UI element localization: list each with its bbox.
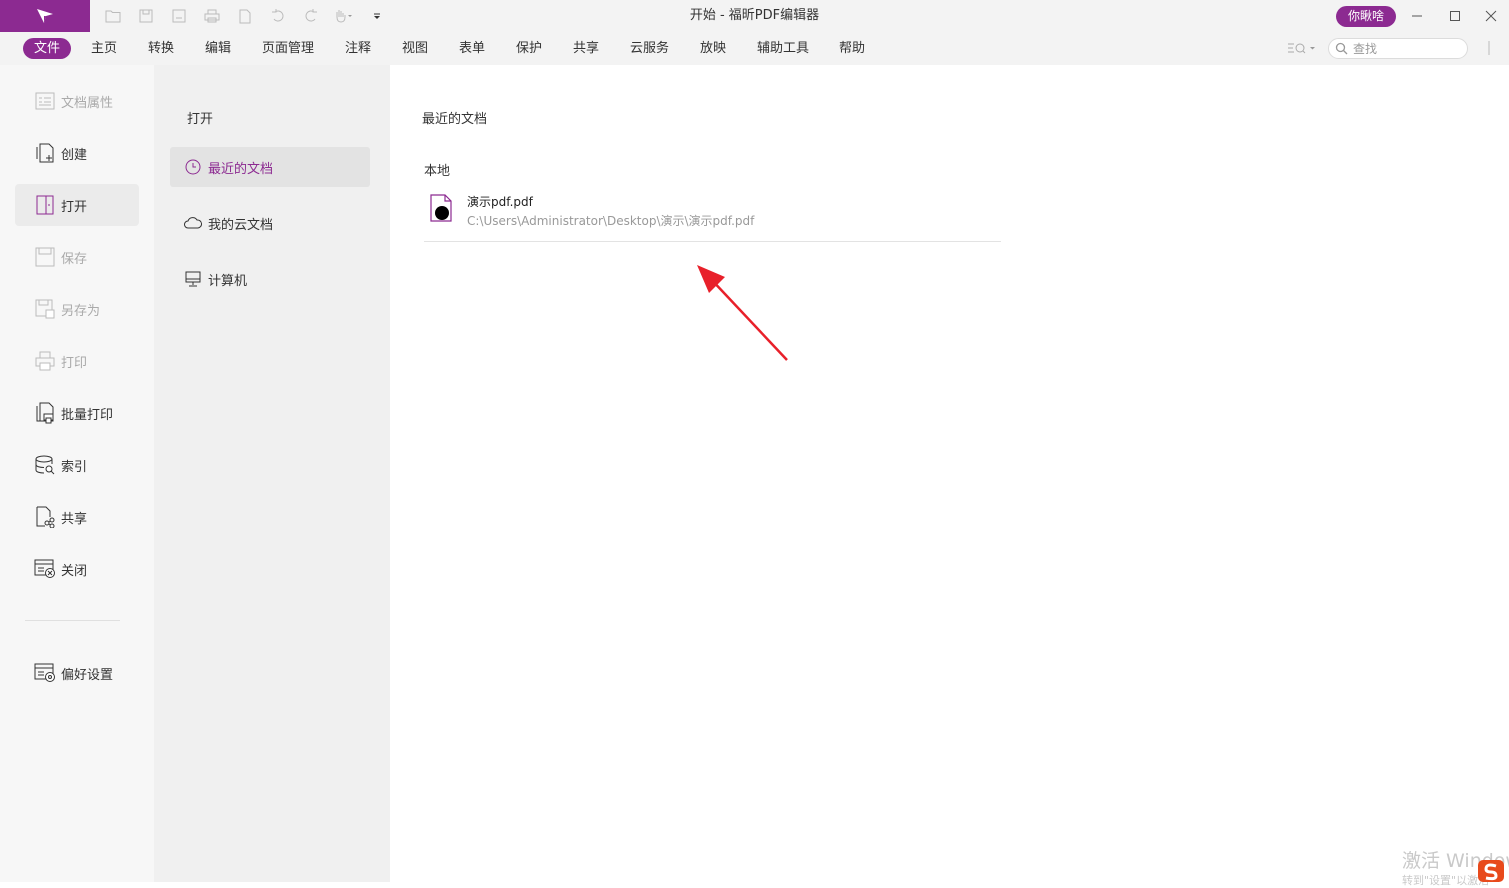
recent-documents-area: 最近的文档 本地 演示pdf.pdf C:\Users\Administrato… xyxy=(390,65,1509,882)
save-as-icon[interactable] xyxy=(166,4,191,28)
close-icon xyxy=(1485,10,1497,22)
sidebar-item-save[interactable]: 保存 xyxy=(15,236,139,278)
open-option-label: 我的云文档 xyxy=(208,217,274,233)
search-input[interactable] xyxy=(1353,40,1463,58)
quick-access-toolbar xyxy=(100,0,389,32)
sidebar-item-label: 索引 xyxy=(61,459,88,475)
tab-convert[interactable]: 转换 xyxy=(148,38,174,59)
minimize-icon xyxy=(1412,15,1422,17)
tab-protect[interactable]: 保护 xyxy=(516,38,542,59)
search-icon xyxy=(1335,42,1348,55)
sidebar-divider xyxy=(25,620,120,621)
app-logo[interactable] xyxy=(0,0,90,32)
index-icon xyxy=(34,454,56,476)
sidebar-item-preferences[interactable]: 偏好设置 xyxy=(15,652,139,694)
open-option-computer[interactable]: 计算机 xyxy=(170,259,370,299)
redo-icon[interactable] xyxy=(298,4,323,28)
foxit-logo-icon xyxy=(37,9,53,23)
print-icon[interactable] xyxy=(199,4,224,28)
maximize-icon xyxy=(1450,11,1460,21)
open-option-recent[interactable]: 最近的文档 xyxy=(170,147,370,187)
share-icon xyxy=(34,506,56,528)
sidebar-item-label: 共享 xyxy=(61,511,88,527)
tab-share[interactable]: 共享 xyxy=(573,38,599,59)
file-sidebar: 文档属性 创建 打开 保存 另存为 打印 批量打印 索引 共享 关闭 偏好设置 xyxy=(0,65,154,882)
save-as-icon xyxy=(34,298,56,320)
sidebar-item-label: 批量打印 xyxy=(61,407,114,423)
recent-file-path: C:\Users\Administrator\Desktop\演示\演示pdf.… xyxy=(467,214,755,228)
tab-slideshow[interactable]: 放映 xyxy=(700,38,726,59)
sidebar-item-create[interactable]: 创建 xyxy=(15,132,139,174)
sidebar-item-label: 创建 xyxy=(61,147,88,163)
cloud-icon xyxy=(184,214,202,232)
sidebar-item-label: 打开 xyxy=(61,199,88,215)
batch-print-icon xyxy=(34,402,56,424)
recent-file-name: 演示pdf.pdf xyxy=(467,195,533,209)
undo-icon[interactable] xyxy=(265,4,290,28)
save-icon xyxy=(34,246,56,268)
maximize-button[interactable] xyxy=(1438,0,1472,32)
open-options-panel: 打开 最近的文档 我的云文档 计算机 xyxy=(154,65,390,882)
sidebar-item-document-properties[interactable]: 文档属性 xyxy=(15,80,139,122)
minimize-button[interactable] xyxy=(1400,0,1434,32)
ime-icon[interactable] xyxy=(1478,860,1504,882)
sidebar-item-label: 另存为 xyxy=(61,303,101,319)
print-icon xyxy=(34,350,56,372)
tab-comment[interactable]: 注释 xyxy=(345,38,371,59)
document-properties-icon xyxy=(34,90,56,112)
new-document-icon[interactable] xyxy=(232,4,257,28)
sidebar-item-label: 偏好设置 xyxy=(61,667,114,683)
create-icon xyxy=(34,142,56,164)
open-folder-icon[interactable] xyxy=(100,4,125,28)
tab-accessibility-tools[interactable]: 辅助工具 xyxy=(757,38,809,59)
sidebar-item-label: 打印 xyxy=(61,355,88,371)
tab-cloud-services[interactable]: 云服务 xyxy=(630,38,669,59)
sidebar-item-label: 文档属性 xyxy=(61,95,114,111)
tab-page-management[interactable]: 页面管理 xyxy=(262,38,314,59)
tab-view[interactable]: 视图 xyxy=(402,38,428,59)
tab-file[interactable]: 文件 xyxy=(23,38,72,59)
tab-home[interactable]: 主页 xyxy=(91,38,117,59)
annotation-arrow-icon xyxy=(697,265,788,361)
close-document-icon xyxy=(34,558,56,580)
search-box[interactable] xyxy=(1328,38,1468,59)
ribbon-tab-bar: 文件 主页 转换 编辑 页面管理 注释 视图 表单 保护 共享 云服务 放映 辅… xyxy=(0,32,1509,65)
close-window-button[interactable] xyxy=(1474,0,1508,32)
preferences-icon xyxy=(34,662,56,684)
tab-form[interactable]: 表单 xyxy=(459,38,485,59)
pdf-file-icon xyxy=(429,194,453,226)
sidebar-item-close[interactable]: 关闭 xyxy=(15,548,139,590)
computer-icon xyxy=(184,270,202,288)
recent-file-row[interactable]: 演示pdf.pdf C:\Users\Administrator\Desktop… xyxy=(424,189,1001,242)
open-icon xyxy=(34,194,56,216)
sidebar-item-label: 保存 xyxy=(61,251,88,267)
title-bar: 开始 - 福昕PDF编辑器 你瞅啥 xyxy=(0,0,1509,32)
panel-title: 打开 xyxy=(187,112,214,127)
save-icon[interactable] xyxy=(133,4,158,28)
activation-watermark-sub: 转到"设置"以激活 xyxy=(1402,874,1490,887)
sidebar-item-save-as[interactable]: 另存为 xyxy=(15,288,139,330)
sidebar-item-index[interactable]: 索引 xyxy=(15,444,139,486)
tab-help[interactable]: 帮助 xyxy=(839,38,865,59)
recent-documents-title: 最近的文档 xyxy=(422,112,488,127)
open-option-label: 最近的文档 xyxy=(208,161,274,177)
open-option-cloud[interactable]: 我的云文档 xyxy=(170,203,370,243)
ribbon-more-icon[interactable] xyxy=(1486,40,1492,60)
sidebar-item-print[interactable]: 打印 xyxy=(15,340,139,382)
local-section-label: 本地 xyxy=(424,164,451,179)
sidebar-item-share[interactable]: 共享 xyxy=(15,496,139,538)
user-account-button[interactable]: 你瞅啥 xyxy=(1336,6,1396,27)
customize-toolbar-icon[interactable] xyxy=(364,4,389,28)
sidebar-item-open[interactable]: 打开 xyxy=(15,184,139,226)
open-option-label: 计算机 xyxy=(208,273,248,289)
tab-edit[interactable]: 编辑 xyxy=(205,38,231,59)
search-options-icon[interactable] xyxy=(1287,41,1317,59)
clock-icon xyxy=(184,158,202,176)
sidebar-item-label: 关闭 xyxy=(61,563,88,579)
sidebar-item-batch-print[interactable]: 批量打印 xyxy=(15,392,139,434)
hand-tool-icon[interactable] xyxy=(331,4,356,28)
